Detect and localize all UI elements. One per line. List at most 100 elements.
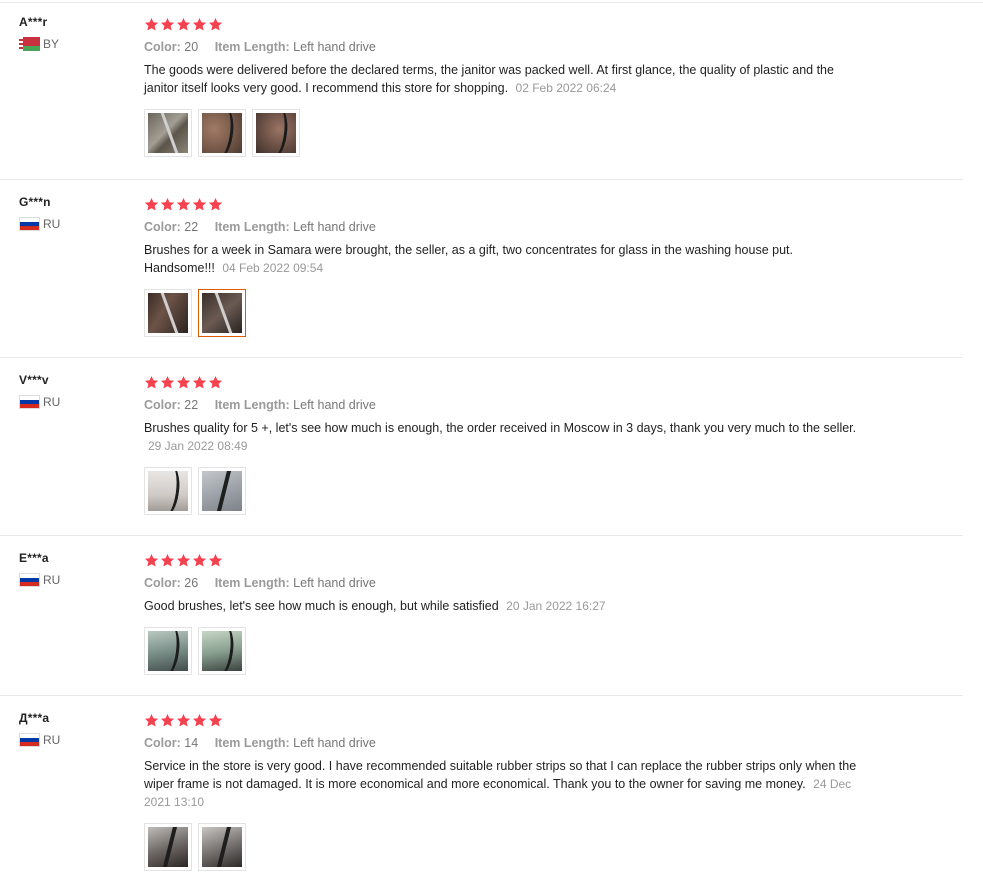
country-code: RU <box>43 395 61 409</box>
star-icon <box>160 17 175 32</box>
color-label: Color: <box>144 736 181 750</box>
color-label: Color: <box>144 220 181 234</box>
country-code: RU <box>43 733 61 747</box>
review-item: G***n RU Color: 22 Item Length: Left han… <box>0 180 963 358</box>
color-value: 20 <box>184 40 199 54</box>
review-photo-thumbnail[interactable] <box>198 823 246 871</box>
review-text: Service in the store is very good. I hav… <box>144 757 864 811</box>
color-label: Color: <box>144 40 181 54</box>
review-photos <box>144 289 864 337</box>
review-body: Good brushes, let's see how much is enou… <box>144 599 499 613</box>
country-code: RU <box>43 573 61 587</box>
review-photo-thumbnail[interactable] <box>198 627 246 675</box>
reviewer-info: Д***а RU <box>19 711 60 747</box>
item-length-value: Left hand drive <box>293 736 376 750</box>
star-icon <box>208 17 223 32</box>
star-icon <box>192 375 207 390</box>
review-item: E***a RU Color: 26 Item Length: Left han… <box>0 536 963 696</box>
star-icon <box>144 713 159 728</box>
star-icon <box>160 197 175 212</box>
item-length-value: Left hand drive <box>293 220 376 234</box>
review-text: Brushes for a week in Samara were brough… <box>144 241 864 277</box>
russia-flag-icon <box>19 217 40 231</box>
item-length-label: Item Length: <box>214 576 290 590</box>
color-value: 22 <box>184 220 199 234</box>
review-date: 04 Feb 2022 09:54 <box>222 261 324 275</box>
country-code: BY <box>43 37 60 51</box>
reviewer-info: V***v RU <box>19 373 60 409</box>
item-length-value: Left hand drive <box>293 398 376 412</box>
item-length-value: Left hand drive <box>293 40 376 54</box>
star-icon <box>144 553 159 568</box>
sku-info: Color: 14 Item Length: Left hand drive <box>144 736 864 750</box>
sku-info: Color: 22 Item Length: Left hand drive <box>144 220 864 234</box>
star-icon <box>176 713 191 728</box>
review-body: Service in the store is very good. I hav… <box>144 759 857 791</box>
sku-info: Color: 20 Item Length: Left hand drive <box>144 40 864 54</box>
reviewer-country: RU <box>19 395 60 409</box>
review-item: A***r BY Color: 20 Item Length: Left han… <box>0 0 963 180</box>
reviewer-country: RU <box>19 217 60 231</box>
reviewer-name: A***r <box>19 15 48 29</box>
star-icon <box>144 375 159 390</box>
review-text: The goods were delivered before the decl… <box>144 61 864 97</box>
reviewer-country: BY <box>19 37 59 51</box>
star-icon <box>208 553 223 568</box>
star-icon <box>176 553 191 568</box>
star-icon <box>176 375 191 390</box>
reviewer-country: RU <box>19 733 60 747</box>
review-content: Color: 22 Item Length: Left hand drive B… <box>144 195 864 337</box>
review-content: Color: 22 Item Length: Left hand drive B… <box>144 373 864 515</box>
item-length-label: Item Length: <box>214 40 290 54</box>
review-item: V***v RU Color: 22 Item Length: Left han… <box>0 358 963 536</box>
star-rating <box>144 711 864 729</box>
reviewer-info: G***n RU <box>19 195 60 231</box>
star-icon <box>192 713 207 728</box>
review-photo-thumbnail[interactable] <box>144 467 192 515</box>
star-icon <box>192 197 207 212</box>
reviewer-name: E***a <box>19 551 49 565</box>
review-date: 20 Jan 2022 16:27 <box>506 599 606 613</box>
review-photos <box>144 823 864 871</box>
review-photo-thumbnail[interactable] <box>252 109 300 157</box>
review-content: Color: 20 Item Length: Left hand drive T… <box>144 15 864 157</box>
country-code: RU <box>43 217 61 231</box>
star-icon <box>144 197 159 212</box>
item-length-label: Item Length: <box>214 220 290 234</box>
star-rating <box>144 373 864 391</box>
star-icon <box>176 197 191 212</box>
review-photos <box>144 627 864 675</box>
color-label: Color: <box>144 576 181 590</box>
star-icon <box>160 375 175 390</box>
review-body: Brushes quality for 5 +, let's see how m… <box>144 421 857 435</box>
star-icon <box>208 197 223 212</box>
item-length-label: Item Length: <box>214 736 290 750</box>
color-value: 26 <box>184 576 199 590</box>
review-photo-thumbnail-selected[interactable] <box>198 289 246 337</box>
reviewer-info: A***r BY <box>19 15 59 51</box>
review-content: Color: 14 Item Length: Left hand drive S… <box>144 711 864 871</box>
review-photos <box>144 109 864 157</box>
reviewer-name: G***n <box>19 195 51 209</box>
review-photo-thumbnail[interactable] <box>198 467 246 515</box>
star-icon <box>192 17 207 32</box>
review-text: Brushes quality for 5 +, let's see how m… <box>144 419 864 455</box>
review-photo-thumbnail[interactable] <box>144 289 192 337</box>
review-photo-thumbnail[interactable] <box>198 109 246 157</box>
review-photo-thumbnail[interactable] <box>144 823 192 871</box>
review-body: The goods were delivered before the decl… <box>144 63 834 95</box>
reviewer-name: V***v <box>19 373 49 387</box>
color-label: Color: <box>144 398 181 412</box>
star-rating <box>144 551 864 569</box>
reviewer-name: Д***а <box>19 711 50 725</box>
color-value: 22 <box>184 398 199 412</box>
star-icon <box>208 713 223 728</box>
reviewer-info: E***a RU <box>19 551 60 587</box>
star-icon <box>144 17 159 32</box>
star-icon <box>160 713 175 728</box>
review-photo-thumbnail[interactable] <box>144 109 192 157</box>
review-photo-thumbnail[interactable] <box>144 627 192 675</box>
star-icon <box>176 17 191 32</box>
russia-flag-icon <box>19 395 40 409</box>
star-rating <box>144 195 864 213</box>
